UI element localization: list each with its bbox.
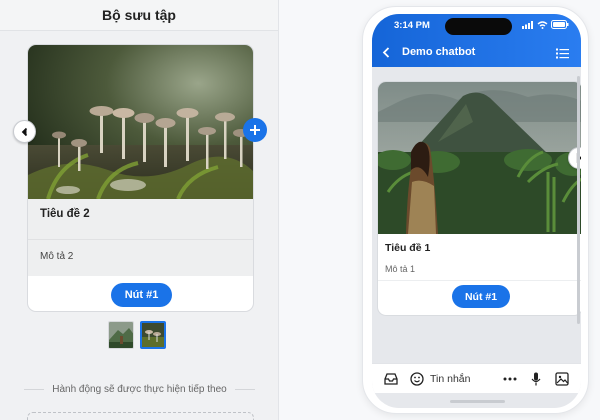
next-action-dropzone[interactable] xyxy=(27,412,254,420)
chevron-left-icon xyxy=(382,46,390,58)
inbox-button[interactable] xyxy=(382,370,400,388)
divider-line-right xyxy=(234,389,255,390)
voice-button[interactable] xyxy=(527,370,545,388)
status-time: 3:14 PM xyxy=(394,20,430,31)
chat-header: 3:14 PM Demo chatbot xyxy=(372,14,581,67)
chat-card-title: Tiêu đề 1 xyxy=(385,242,431,254)
more-button[interactable] xyxy=(501,370,519,388)
card-button[interactable]: Nút #1 xyxy=(110,282,173,307)
message-input[interactable]: Tin nhắn xyxy=(430,373,501,385)
card-button-row: Nút #1 xyxy=(28,276,253,311)
card-title[interactable]: Tiêu đề 2 xyxy=(28,199,253,239)
message-input-bar: Tin nhắn xyxy=(372,363,581,393)
dynamic-island xyxy=(445,18,512,35)
chat-card-description: Mô tả 1 xyxy=(385,264,416,274)
chatbot-name: Demo chatbot xyxy=(402,46,476,58)
phone-frame: 3:14 PM Demo chatbot Tiêu đề 1 Mô tả 1 N… xyxy=(362,6,589,414)
chat-carousel-card[interactable]: Tiêu đề 1 Mô tả 1 Nút #1 xyxy=(377,81,581,316)
image-upload-button[interactable] xyxy=(553,370,571,388)
chat-card-divider xyxy=(378,280,581,281)
gallery-card[interactable]: Tiêu đề 2 Mô tả 2 Nút #1 xyxy=(27,44,254,312)
chat-card-button-row: Nút #1 xyxy=(378,285,581,308)
next-action-divider: Hành động sẽ được thực hiện tiếp theo xyxy=(0,384,279,395)
home-indicator xyxy=(450,400,505,403)
emoji-button[interactable] xyxy=(408,370,426,388)
editor-panel: Bộ sưu tập Tiêu đề 2 Mô tả 2 Nút #1 Hành… xyxy=(0,0,279,420)
add-card-button[interactable] xyxy=(243,118,267,142)
card-image-mountain[interactable] xyxy=(378,82,581,234)
back-button[interactable] xyxy=(382,46,396,58)
chevron-left-icon xyxy=(21,127,27,136)
app-root: Bộ sưu tập Tiêu đề 2 Mô tả 2 Nút #1 Hành… xyxy=(0,0,600,420)
divider-line-left xyxy=(24,389,45,390)
image-icon xyxy=(555,371,569,386)
microphone-icon xyxy=(531,372,541,385)
menu-button[interactable] xyxy=(556,46,569,64)
inbox-icon xyxy=(384,372,398,385)
plus-icon xyxy=(250,125,260,135)
chat-scrollbar[interactable] xyxy=(577,76,580,324)
battery-icon xyxy=(551,20,569,29)
thumbnail-mountain-image xyxy=(109,322,133,348)
smiley-icon xyxy=(410,371,424,386)
status-bar: 3:14 PM xyxy=(372,14,581,36)
phone-screen: 3:14 PM Demo chatbot Tiêu đề 1 Mô tả 1 N… xyxy=(372,14,581,408)
thumbnail-card-2[interactable] xyxy=(140,321,166,349)
chat-title-bar: Demo chatbot xyxy=(372,38,581,66)
thumbnail-card-1[interactable] xyxy=(108,321,134,349)
signal-icon xyxy=(522,20,533,29)
thumbnail-mushroom-image xyxy=(142,323,164,347)
next-action-label: Hành động sẽ được thực hiện tiếp theo xyxy=(52,384,227,395)
card-image-mushrooms[interactable] xyxy=(28,45,254,199)
panel-title: Bộ sưu tập xyxy=(0,0,278,31)
card-description[interactable]: Mô tả 2 xyxy=(28,239,253,276)
more-dots-icon xyxy=(503,377,517,380)
card-thumbnails xyxy=(108,321,166,349)
previous-card-button[interactable] xyxy=(13,120,36,143)
status-icons xyxy=(522,20,569,29)
wifi-icon xyxy=(537,20,548,29)
chat-card-button[interactable]: Nút #1 xyxy=(451,285,511,308)
list-menu-icon xyxy=(556,48,569,59)
